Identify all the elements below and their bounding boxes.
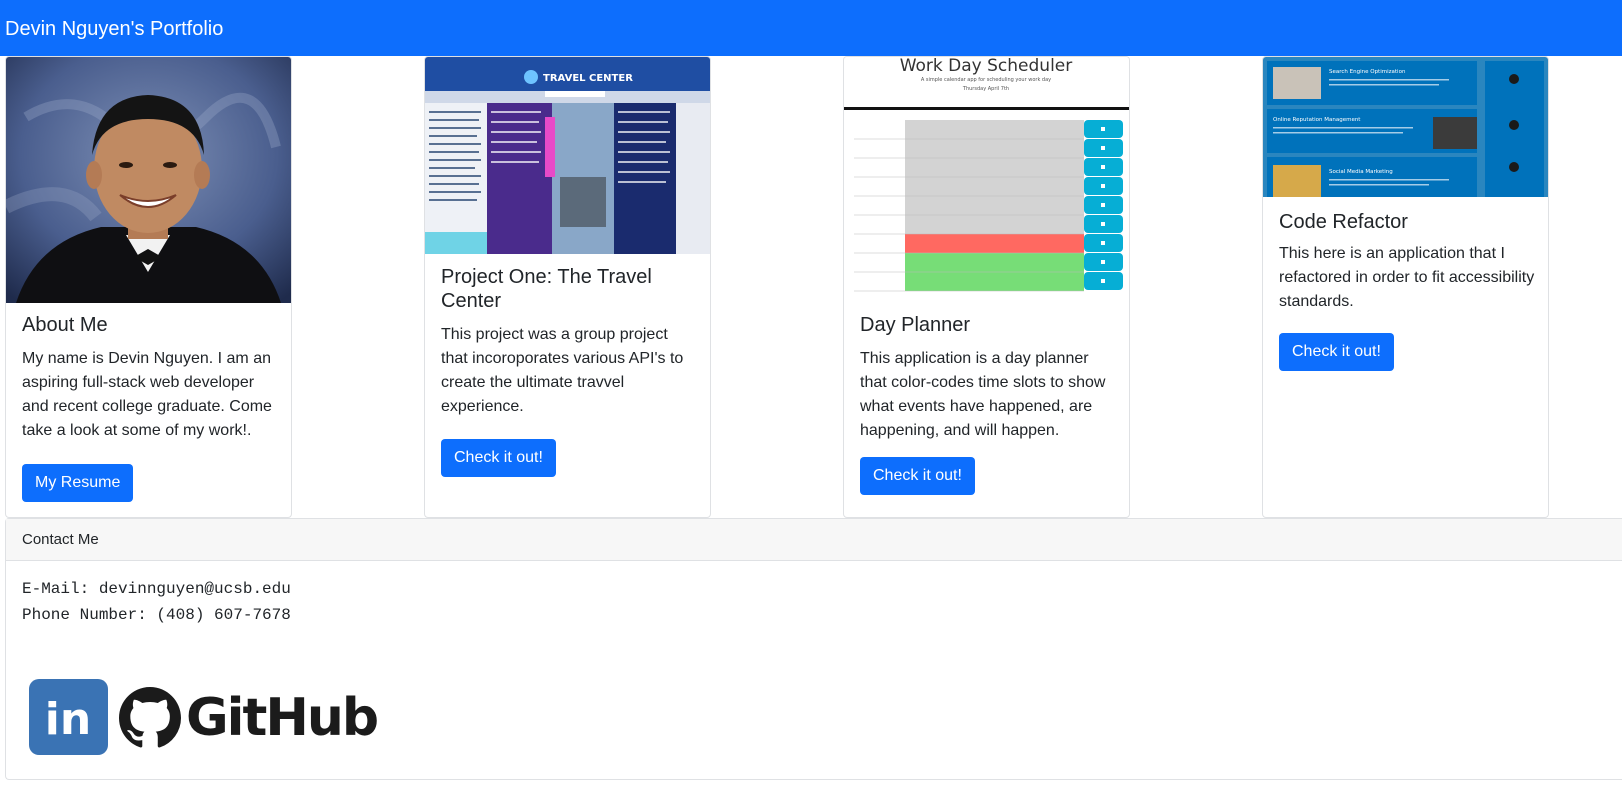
- card-travel-center: TRAVEL CENTER Project One: The Travel Ce…: [424, 56, 711, 518]
- travel-center-logo-text: TRAVEL CENTER: [543, 73, 633, 84]
- card-text: This here is an application that I refac…: [1279, 245, 1535, 310]
- navbar: Devin Nguyen's Portfolio: [0, 0, 1622, 56]
- refactor-section-title: Social Media Marketing: [1329, 169, 1393, 175]
- code-refactor-check-it-out-button[interactable]: Check it out!: [1279, 333, 1394, 371]
- card-code-refactor: Search Engine Optimization Online Reputa…: [1262, 56, 1549, 518]
- card-title: Project One: The Travel Center: [441, 266, 652, 312]
- refactor-section-title: Online Reputation Management: [1273, 117, 1361, 123]
- card-text: My name is Devin Nguyen. I am an aspirin…: [22, 350, 272, 439]
- contact-card: Contact Me E-Mail: devinnguyen@ucsb.edu …: [5, 518, 1622, 780]
- scheduler-date: Thursday April 7th: [962, 86, 1009, 92]
- card-title: Code Refactor: [1279, 211, 1408, 233]
- day-planner-check-it-out-button[interactable]: Check it out!: [860, 457, 975, 495]
- github-wordmark[interactable]: GitHub: [186, 687, 379, 749]
- contact-email: E-Mail: devinnguyen@ucsb.edu: [22, 580, 291, 598]
- contact-header: Contact Me: [6, 519, 1622, 561]
- scheduler-subtitle: A simple calendar app for scheduling you…: [921, 77, 1051, 83]
- card-text: This project was a group project that in…: [441, 326, 684, 415]
- profile-photo: [6, 57, 291, 303]
- scheduler-title: Work Day Scheduler: [900, 57, 1073, 76]
- github-icon[interactable]: [119, 687, 181, 749]
- travel-center-check-it-out-button[interactable]: Check it out!: [441, 439, 556, 477]
- card-title: Day Planner: [860, 314, 971, 336]
- brand-title[interactable]: Devin Nguyen's Portfolio: [5, 17, 223, 41]
- linkedin-icon[interactable]: in: [29, 679, 108, 755]
- linkedin-icon-text: in: [45, 694, 91, 745]
- code-refactor-screenshot: Search Engine Optimization Online Reputa…: [1263, 57, 1548, 197]
- my-resume-button[interactable]: My Resume: [22, 464, 134, 502]
- card-text: This application is a day planner that c…: [860, 350, 1106, 439]
- contact-phone: Phone Number: (408) 607-7678: [22, 606, 291, 624]
- card-day-planner: Work Day Scheduler A simple calendar app…: [843, 56, 1130, 518]
- card-about-me: About Me My name is Devin Nguyen. I am a…: [5, 56, 292, 518]
- card-title: About Me: [22, 314, 108, 336]
- travel-center-screenshot: TRAVEL CENTER: [425, 57, 710, 254]
- refactor-section-title: Search Engine Optimization: [1329, 69, 1406, 75]
- work-day-scheduler-screenshot: Work Day Scheduler A simple calendar app…: [844, 57, 1129, 298]
